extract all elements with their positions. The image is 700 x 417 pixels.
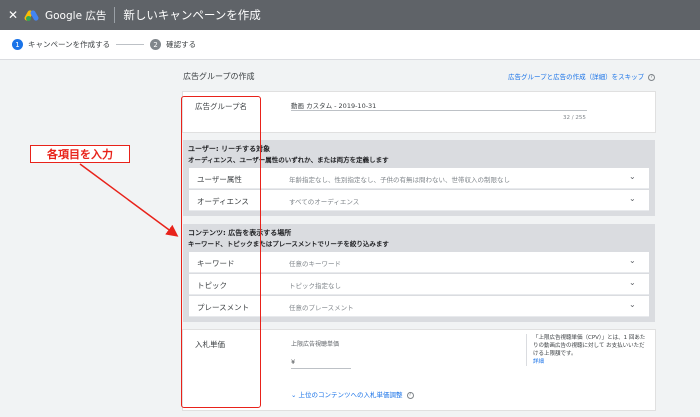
bid-description-text: 「上限広告視聴単価（CPV）」とは、1 回あたりの動画広告の視聴に対して お支払… xyxy=(533,335,646,357)
bid-label: 入札単価 xyxy=(195,340,225,349)
chevron-down-icon[interactable]: ⌄ xyxy=(629,172,637,182)
brand-name: Google 広告 xyxy=(45,9,107,22)
bid-input[interactable] xyxy=(291,368,351,369)
row-value: 任意のキーワード xyxy=(289,260,341,268)
ad-group-name-input[interactable]: 動画 カスタム - 2019-10-31 xyxy=(291,100,376,110)
users-subheading: オーディエンス、ユーザー属性のいずれか、または両方を定義します xyxy=(188,156,389,164)
bid-sub-label: 上限広告視聴単価 xyxy=(291,341,340,348)
top-bar: ✕ Google 広告 新しいキャンペーンを作成 xyxy=(0,0,700,30)
row-label: トピック xyxy=(197,281,227,290)
stepper: 1 キャンペーンを作成する 2 確認する xyxy=(0,30,700,60)
ad-group-name-label: 広告グループ名 xyxy=(195,102,248,111)
step-label: 確認する xyxy=(166,40,197,49)
step-number: 2 xyxy=(150,39,162,50)
ad-group-name-card: 広告グループ名 動画 カスタム - 2019-10-31 32 / 255 xyxy=(183,92,655,132)
step-label: キャンペーンを作成する xyxy=(28,40,111,49)
currency-symbol: ¥ xyxy=(291,358,296,366)
row-value: 任意のプレースメント xyxy=(289,304,354,312)
content-section: コンテンツ: 広告を表示する場所 キーワード、トピックまたはプレースメントでリー… xyxy=(183,224,655,322)
section-title: 広告グループの作成 xyxy=(183,72,255,81)
row-value: すべてのオーディエンス xyxy=(289,198,360,206)
chevron-down-icon[interactable]: ⌄ xyxy=(629,300,637,310)
skip-link-label: 広告グループと広告の作成（詳細）をスキップ xyxy=(508,73,645,81)
step-number: 1 xyxy=(12,39,23,50)
chevron-down-icon[interactable]: ⌄ xyxy=(629,256,637,266)
bid-description: 「上限広告視聴単価（CPV）」とは、1 回あたりの動画広告の視聴に対して お支払… xyxy=(526,334,650,366)
row-label: プレースメント xyxy=(197,303,250,312)
step-connector xyxy=(116,44,145,45)
content-heading: コンテンツ: 広告を表示する場所 xyxy=(188,229,292,237)
annotation-callout: 各項目を入力 xyxy=(30,145,130,163)
detail-link[interactable]: 詳細 xyxy=(533,359,544,365)
row-topics[interactable]: トピック トピック指定なし ⌄ xyxy=(189,274,649,295)
char-count: 32 / 255 xyxy=(563,115,586,121)
google-ads-logo-icon xyxy=(23,9,40,22)
row-label: キーワード xyxy=(197,259,235,268)
row-demographics[interactable]: ユーザー属性 年齢指定なし、性別指定なし、子供の有無は問わない、世帯収入の制限な… xyxy=(189,168,649,189)
chevron-down-icon[interactable]: ⌄ xyxy=(629,278,637,288)
step-create-campaign[interactable]: 1 キャンペーンを作成する xyxy=(12,39,110,50)
row-value: 年齢指定なし、性別指定なし、子供の有無は問わない、世帯収入の制限なし xyxy=(289,176,510,184)
row-label: オーディエンス xyxy=(197,197,249,206)
input-underline xyxy=(291,110,587,111)
help-icon[interactable]: ? xyxy=(648,73,656,81)
bid-card: 入札単価 上限広告視聴単価 ¥ 「上限広告視聴単価（CPV）」とは、1 回あたり… xyxy=(183,330,655,410)
close-icon[interactable]: ✕ xyxy=(2,8,24,22)
chevron-down-icon[interactable]: ⌄ xyxy=(629,194,637,204)
step-review[interactable]: 2 確認する xyxy=(150,39,196,50)
skip-link[interactable]: 広告グループと広告の作成（詳細）をスキップ? xyxy=(508,71,656,81)
row-audiences[interactable]: オーディエンス すべてのオーディエンス ⌄ xyxy=(189,190,649,211)
content-subheading: キーワード、トピックまたはプレースメントでリーチを絞り込みます xyxy=(188,240,389,248)
row-value: トピック指定なし xyxy=(289,282,341,290)
divider xyxy=(114,7,116,23)
row-label: ユーザー属性 xyxy=(197,175,242,184)
page-title: 新しいキャンペーンを作成 xyxy=(123,8,261,22)
bid-adjust-label: 上位のコンテンツへの入札単価調整 xyxy=(298,391,403,399)
row-keywords[interactable]: キーワード 任意のキーワード ⌄ xyxy=(189,252,649,273)
help-icon[interactable]: ? xyxy=(406,391,414,399)
bid-adjust-link[interactable]: ⌄ 上位のコンテンツへの入札単価調整? xyxy=(291,389,414,399)
users-heading: ユーザー: リーチする対象 xyxy=(188,145,271,153)
users-section: ユーザー: リーチする対象 オーディエンス、ユーザー属性のいずれか、または両方を… xyxy=(183,140,655,216)
row-placements[interactable]: プレースメント 任意のプレースメント ⌄ xyxy=(189,296,649,317)
